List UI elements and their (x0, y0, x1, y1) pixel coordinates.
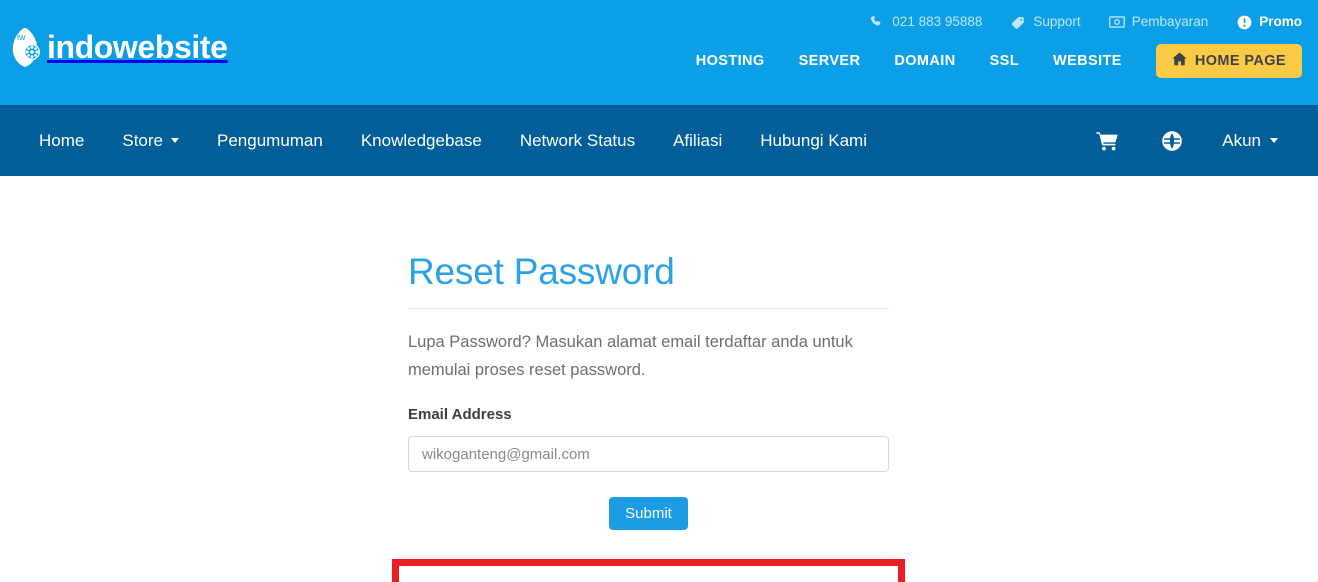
utility-pembayaran[interactable]: Pembayaran (1108, 14, 1209, 30)
nav-server[interactable]: SERVER (782, 44, 878, 78)
submit-row: Submit (408, 497, 889, 530)
email-field-highlight (392, 559, 905, 582)
primary-nav: HOSTING SERVER DOMAIN SSL WEBSITE HOME P… (679, 44, 1302, 78)
utility-pembayaran-label: Pembayaran (1131, 14, 1209, 29)
subnav-item-pengumuman[interactable]: Pengumuman (198, 105, 342, 176)
email-input[interactable] (408, 436, 889, 472)
subnav-item-store-label: Store (122, 131, 163, 150)
utility-support[interactable]: Support (1010, 14, 1081, 30)
phone-icon (869, 14, 885, 30)
exclamation-circle-icon (1236, 14, 1252, 30)
account-menu[interactable]: Akun (1204, 105, 1298, 176)
reset-password-panel: Reset Password Lupa Password? Masukan al… (408, 250, 889, 530)
subnav-item-store[interactable]: Store (103, 105, 198, 176)
nav-website[interactable]: WEBSITE (1036, 44, 1139, 78)
utility-support-label: Support (1033, 14, 1081, 29)
intro-text: Lupa Password? Masukan alamat email terd… (408, 333, 853, 379)
nav-ssl[interactable]: SSL (973, 44, 1036, 78)
shopping-cart-icon[interactable] (1074, 105, 1140, 176)
utility-promo-label: Promo (1259, 14, 1302, 29)
secondary-nav-links: Home Store Pengumuman Knowledgebase Netw… (20, 105, 886, 176)
subnav-item-hubungi-kami-label: Hubungi Kami (760, 131, 867, 150)
subnav-item-home[interactable]: Home (20, 105, 103, 176)
money-icon (1108, 14, 1125, 30)
subnav-item-home-label: Home (39, 131, 85, 150)
utility-phone[interactable]: 021 883 95888 (869, 14, 982, 30)
nav-domain[interactable]: DOMAIN (877, 44, 972, 78)
globe-icon[interactable] (1140, 105, 1204, 176)
indowebsite-logo-icon: iw (10, 26, 46, 68)
nav-hosting[interactable]: HOSTING (679, 44, 782, 78)
logo-wordmark: indowebsite (47, 29, 228, 65)
secondary-nav-actions: Akun (1074, 105, 1298, 176)
subnav-item-knowledgebase[interactable]: Knowledgebase (342, 105, 501, 176)
home-page-button[interactable]: HOME PAGE (1155, 44, 1302, 78)
subnav-item-network-status[interactable]: Network Status (501, 105, 654, 176)
chevron-down-icon (171, 138, 179, 143)
main-content: Reset Password Lupa Password? Masukan al… (0, 176, 1318, 582)
utility-phone-label: 021 883 95888 (892, 14, 983, 29)
chevron-down-icon (1270, 138, 1278, 143)
site-header: iw indowebsite 021 883 95888 Support Pem… (0, 0, 1318, 105)
utility-bar: 021 883 95888 Support Pembayaran Promo (869, 12, 1302, 32)
site-logo[interactable]: iw indowebsite (10, 24, 228, 70)
subnav-item-afiliasi-label: Afiliasi (673, 131, 723, 150)
email-label: Email Address (408, 406, 512, 423)
svg-text:iw: iw (17, 32, 26, 42)
page-title: Reset Password (408, 251, 675, 292)
utility-promo[interactable]: Promo (1236, 14, 1302, 30)
tag-icon (1010, 14, 1026, 30)
email-form-group: Email Address (408, 405, 889, 472)
title-divider (408, 308, 889, 309)
account-menu-label: Akun (1222, 130, 1261, 150)
secondary-nav: Home Store Pengumuman Knowledgebase Netw… (0, 105, 1318, 176)
subnav-item-pengumuman-label: Pengumuman (217, 131, 323, 150)
home-icon (1172, 52, 1187, 70)
subnav-item-knowledgebase-label: Knowledgebase (360, 131, 482, 150)
subnav-item-afiliasi[interactable]: Afiliasi (654, 105, 741, 176)
subnav-item-hubungi-kami[interactable]: Hubungi Kami (741, 105, 886, 176)
submit-button[interactable]: Submit (609, 497, 688, 530)
subnav-item-network-status-label: Network Status (519, 131, 636, 150)
home-page-button-label: HOME PAGE (1194, 53, 1286, 69)
